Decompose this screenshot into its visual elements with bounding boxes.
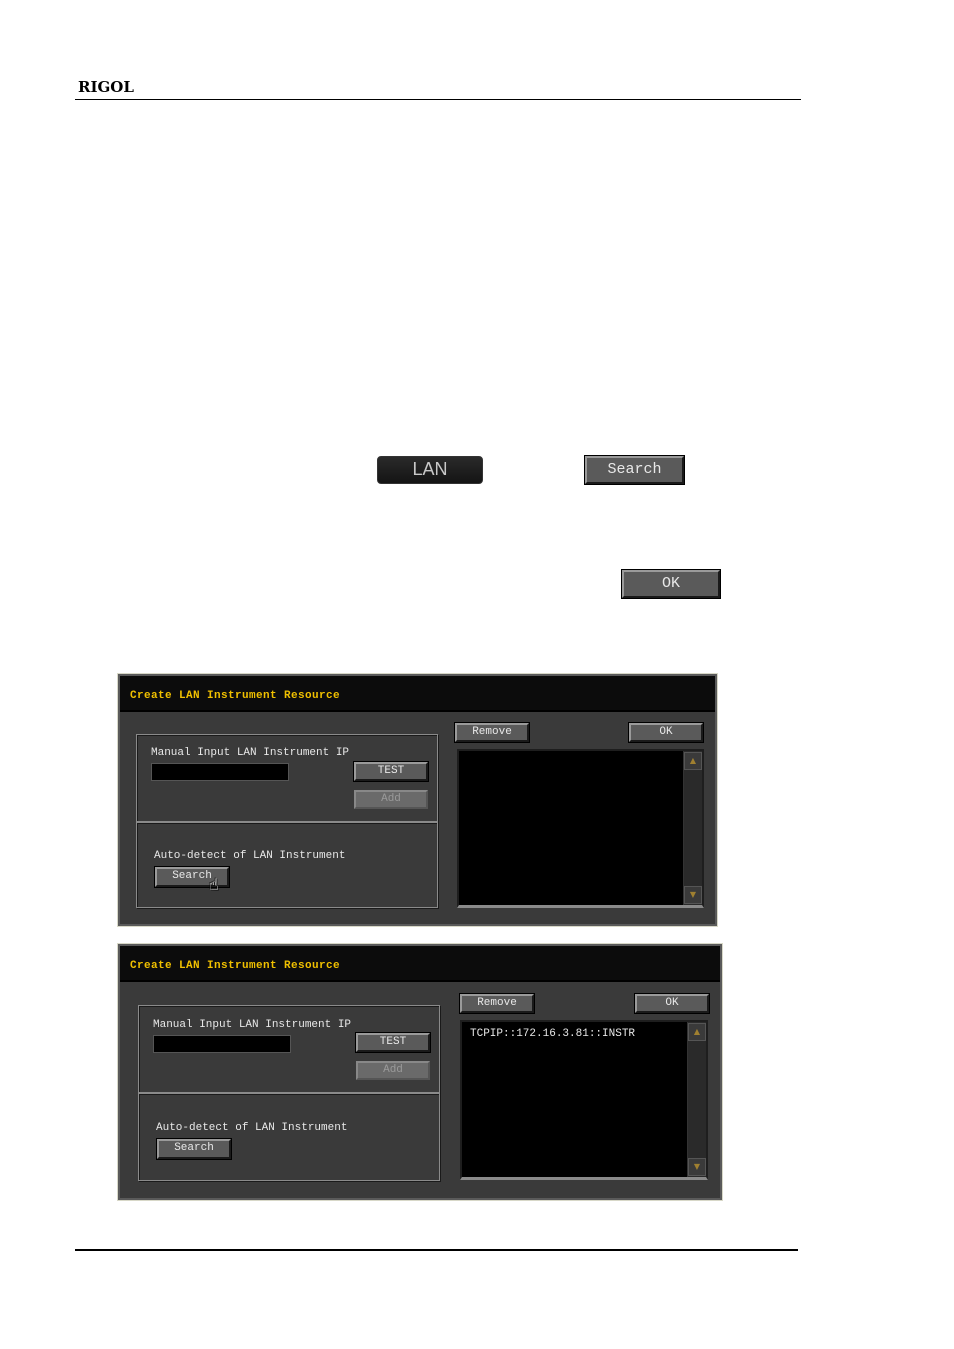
- remove-button[interactable]: Remove: [454, 722, 530, 743]
- dialog-titlebar: Create LAN Instrument Resource: [120, 946, 720, 982]
- dialog-title: Create LAN Instrument Resource: [130, 960, 341, 972]
- add-button[interactable]: Add: [354, 790, 428, 809]
- ip-input[interactable]: [151, 763, 289, 781]
- scroll-down-icon[interactable]: ▼: [688, 1158, 706, 1176]
- lan-resource-dialog-after: Create LAN Instrument Resource Manual In…: [117, 943, 723, 1201]
- manual-input-panel: Manual Input LAN Instrument IP TEST Add: [138, 1005, 440, 1093]
- scroll-down-icon[interactable]: ▼: [684, 886, 702, 904]
- ok-button[interactable]: OK: [634, 993, 710, 1014]
- lan-key-icon: LAN: [377, 456, 483, 484]
- auto-detect-label: Auto-detect of LAN Instrument: [156, 1122, 348, 1134]
- scroll-up-icon[interactable]: ▲: [688, 1023, 706, 1041]
- footer-rule: [75, 1249, 798, 1251]
- auto-detect-panel: Auto-detect of LAN Instrument Search: [138, 1093, 440, 1181]
- dialog-title: Create LAN Instrument Resource: [130, 690, 341, 702]
- search-button[interactable]: Search: [156, 1138, 232, 1160]
- resource-list-item[interactable]: TCPIP::172.16.3.81::INSTR: [470, 1028, 635, 1040]
- resource-list[interactable]: TCPIP::172.16.3.81::INSTR ▲ ▼: [460, 1020, 708, 1180]
- scroll-up-icon[interactable]: ▲: [684, 752, 702, 770]
- add-button[interactable]: Add: [356, 1061, 430, 1080]
- lan-resource-dialog-before: Create LAN Instrument Resource Manual In…: [117, 673, 718, 927]
- manual-input-panel: Manual Input LAN Instrument IP TEST Add: [136, 734, 438, 822]
- ok-key-icon: OK: [621, 569, 721, 599]
- ok-button[interactable]: OK: [628, 722, 704, 743]
- manual-input-label: Manual Input LAN Instrument IP: [153, 1019, 352, 1031]
- auto-detect-label: Auto-detect of LAN Instrument: [154, 850, 346, 862]
- test-button[interactable]: TEST: [353, 761, 429, 782]
- remove-button[interactable]: Remove: [459, 993, 535, 1014]
- resource-list[interactable]: ▲ ▼: [457, 749, 704, 908]
- test-button[interactable]: TEST: [355, 1032, 431, 1053]
- list-scrollbar[interactable]: ▲ ▼: [683, 751, 702, 905]
- dialog-titlebar: Create LAN Instrument Resource: [120, 676, 715, 712]
- search-key-icon: Search: [584, 455, 685, 485]
- header-rule: [75, 99, 801, 100]
- auto-detect-panel: Auto-detect of LAN Instrument Search ☝: [136, 822, 438, 908]
- manual-input-label: Manual Input LAN Instrument IP: [151, 747, 350, 759]
- brand-logo: RIGOL: [78, 78, 134, 96]
- hand-cursor-icon: ☝: [209, 875, 219, 894]
- ip-input[interactable]: [153, 1035, 291, 1053]
- list-scrollbar[interactable]: ▲ ▼: [687, 1022, 706, 1177]
